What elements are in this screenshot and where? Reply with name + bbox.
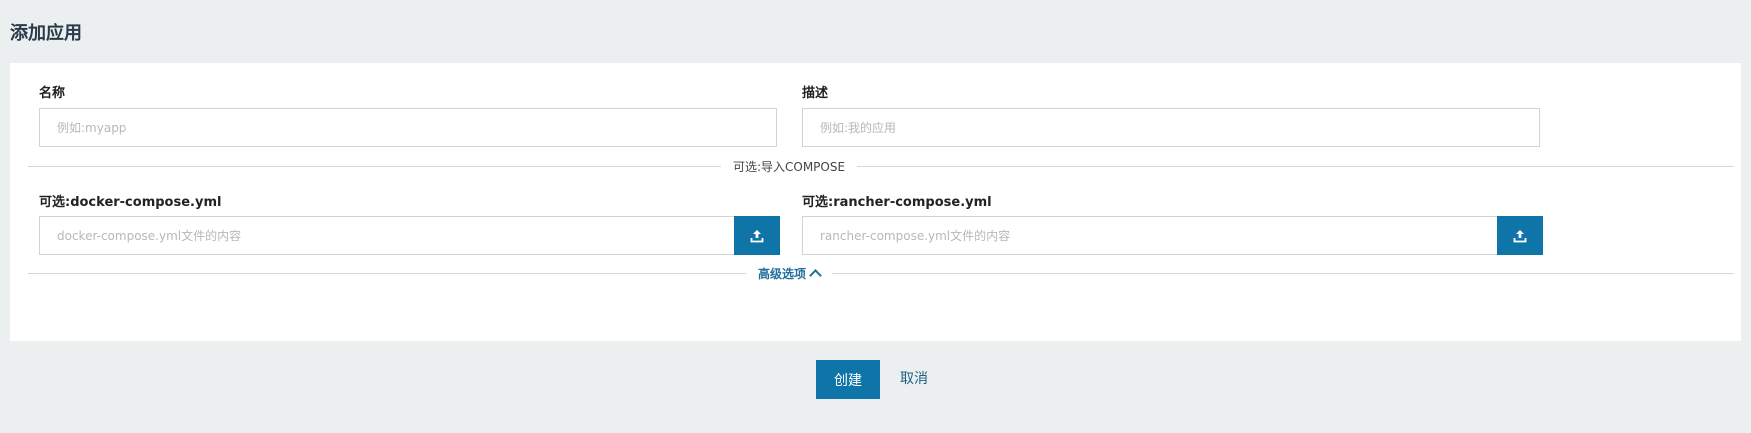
docker-compose-upload-button[interactable]	[734, 216, 780, 255]
add-app-form-panel: 名称 描述 可选:导入COMPOSE 可选:docker-compose.yml…	[10, 63, 1741, 341]
advanced-options-toggle[interactable]: 高级选项	[745, 265, 833, 282]
name-input[interactable]	[39, 108, 777, 147]
advanced-divider-line	[28, 273, 1734, 274]
chevron-up-icon	[809, 269, 822, 282]
description-input[interactable]	[802, 108, 1540, 147]
description-label: 描述	[802, 86, 829, 101]
rancher-compose-upload-button[interactable]	[1497, 216, 1543, 255]
rancher-compose-label: 可选:rancher-compose.yml	[802, 195, 992, 210]
docker-compose-input[interactable]	[39, 216, 735, 255]
page-title: 添加应用	[10, 23, 82, 44]
cancel-link[interactable]: 取消	[896, 360, 932, 399]
create-button[interactable]: 创建	[816, 360, 880, 399]
upload-icon	[750, 229, 764, 242]
compose-divider-label: 可选:导入COMPOSE	[720, 158, 858, 175]
rancher-compose-input[interactable]	[802, 216, 1498, 255]
docker-compose-label: 可选:docker-compose.yml	[39, 195, 222, 210]
name-label: 名称	[39, 86, 66, 101]
upload-icon	[1513, 229, 1527, 242]
compose-divider-line	[28, 166, 1734, 167]
advanced-options-label: 高级选项	[757, 267, 807, 281]
